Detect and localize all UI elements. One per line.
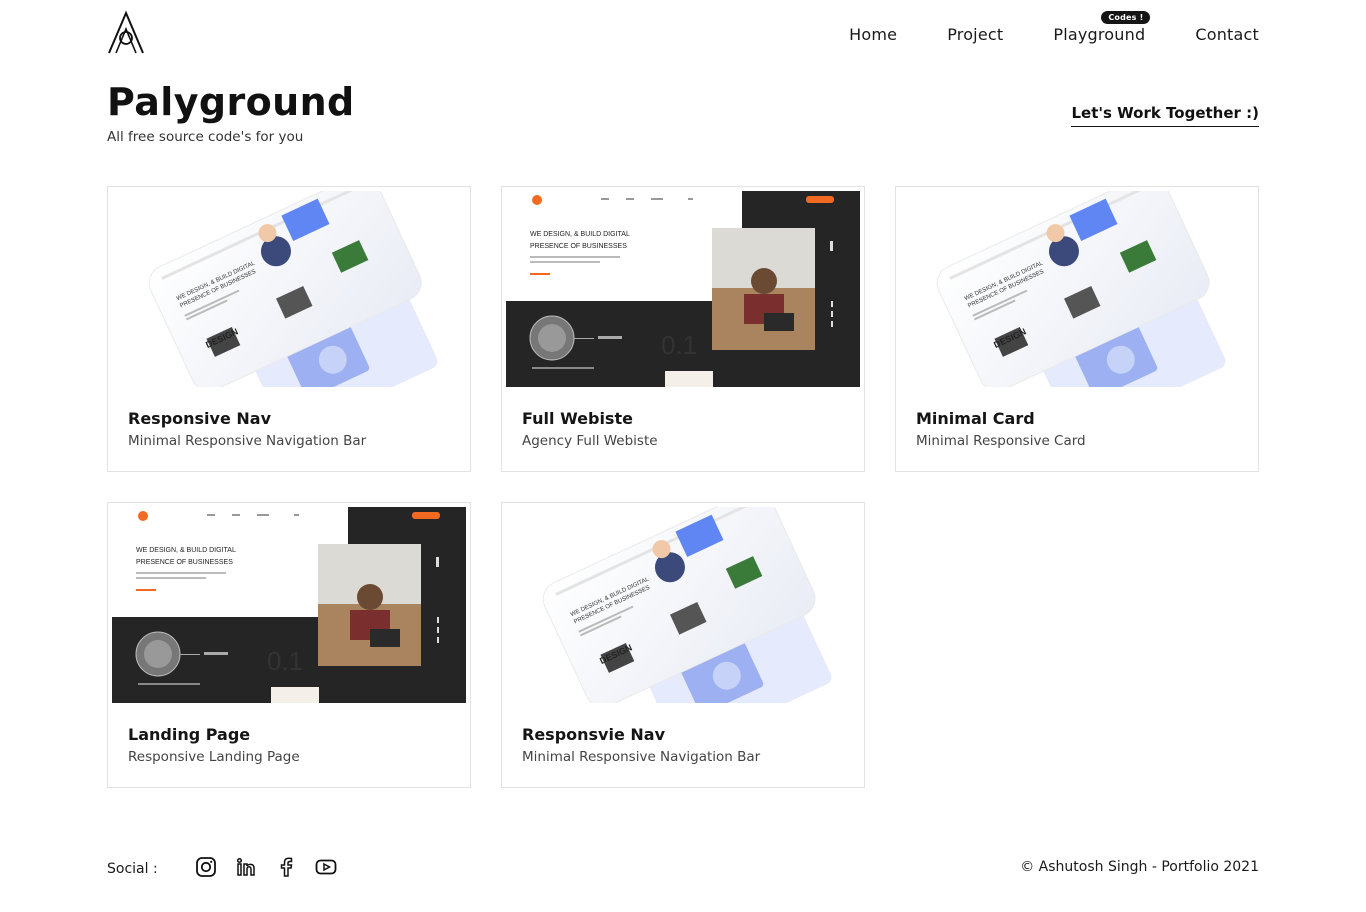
logo-icon[interactable] <box>107 10 145 54</box>
thumb-image: WE DESIGN, & BUILD DIGITAL PRESENCE OF B… <box>900 191 1254 387</box>
card-description: Agency Full Webiste <box>522 433 658 449</box>
main-nav: Home Project Playground Codes ! Contact <box>849 11 1259 44</box>
site-footer: Social : © Ashutosh Singh - Portfolio 20… <box>107 852 1259 882</box>
svg-text:0.1: 0.1 <box>267 646 303 676</box>
work-together-link[interactable]: Let's Work Together :) <box>1071 104 1259 127</box>
card-thumbnail: WE DESIGN, & BUILD DIGITAL PRESENCE OF B… <box>506 507 860 703</box>
card-thumbnail: WE DESIGN, & BUILD DIGITAL PRESENCE OF B… <box>112 191 466 387</box>
card-landing-page[interactable]: WE DESIGN, & BUILD DIGITAL PRESENCE OF B… <box>107 502 471 788</box>
svg-text:WE DESIGN, & BUILD DIGITAL: WE DESIGN, & BUILD DIGITAL <box>136 547 236 554</box>
social-label: Social : <box>107 861 158 877</box>
card-minimal-card[interactable]: WE DESIGN, & BUILD DIGITAL PRESENCE OF B… <box>895 186 1259 472</box>
card-description: Minimal Responsive Navigation Bar <box>128 433 367 449</box>
thumb-image: WE DESIGN, & BUILD DIGITAL PRESENCE OF B… <box>112 191 466 387</box>
card-title: Responsive Nav <box>128 409 272 428</box>
card-thumbnail: WE DESIGN, & BUILD DIGITAL PRESENCE OF B… <box>900 191 1254 387</box>
nav-project[interactable]: Project <box>947 25 1003 44</box>
card-title: Full Webiste <box>522 409 633 428</box>
thumb-image: WE DESIGN, & BUILD DIGITAL PRESENCE OF B… <box>112 507 466 703</box>
linkedin-icon[interactable] <box>235 856 257 878</box>
youtube-icon[interactable] <box>315 856 337 878</box>
card-title: Landing Page <box>128 725 251 744</box>
page-subtitle: All free source code's for you <box>107 129 304 145</box>
social-links <box>195 856 337 878</box>
card-description: Minimal Responsive Navigation Bar <box>522 749 761 765</box>
card-responsive-nav[interactable]: WE DESIGN, & BUILD DIGITAL PRESENCE OF B… <box>107 186 471 472</box>
svg-text:PRESENCE OF BUSINESSES: PRESENCE OF BUSINESSES <box>136 559 233 566</box>
svg-text:PRESENCE OF BUSINESSES: PRESENCE OF BUSINESSES <box>530 243 627 250</box>
nav-home[interactable]: Home <box>849 25 897 44</box>
nav-playground[interactable]: Playground Codes ! <box>1053 11 1151 44</box>
instagram-icon[interactable] <box>195 856 217 878</box>
card-thumbnail: WE DESIGN, & BUILD DIGITAL PRESENCE OF B… <box>112 507 466 703</box>
card-title: Responsvie Nav <box>522 725 666 744</box>
nav-contact[interactable]: Contact <box>1195 25 1259 44</box>
card-responsive-nav-2[interactable]: WE DESIGN, & BUILD DIGITAL PRESENCE OF B… <box>501 502 865 788</box>
copyright-text: © Ashutosh Singh - Portfolio 2021 <box>1020 859 1259 875</box>
site-header: Home Project Playground Codes ! Contact <box>107 10 1259 56</box>
thumb-image: WE DESIGN, & BUILD DIGITAL PRESENCE OF B… <box>506 507 860 703</box>
nav-playground-label: Playground <box>1053 25 1146 44</box>
card-thumbnail: WE DESIGN, & BUILD DIGITAL PRESENCE OF B… <box>506 191 860 387</box>
card-description: Minimal Responsive Card <box>916 433 1086 449</box>
facebook-icon[interactable] <box>275 856 297 878</box>
page-title: Palyground <box>107 80 355 124</box>
svg-text:WE DESIGN, & BUILD DIGITAL: WE DESIGN, & BUILD DIGITAL <box>530 231 630 238</box>
card-description: Responsive Landing Page <box>128 749 300 765</box>
card-title: Minimal Card <box>916 409 1035 428</box>
svg-text:0.1: 0.1 <box>661 330 697 360</box>
codes-badge: Codes ! <box>1101 11 1151 24</box>
thumb-image: WE DESIGN, & BUILD DIGITAL PRESENCE OF B… <box>506 191 860 387</box>
card-full-website[interactable]: WE DESIGN, & BUILD DIGITAL PRESENCE OF B… <box>501 186 865 472</box>
